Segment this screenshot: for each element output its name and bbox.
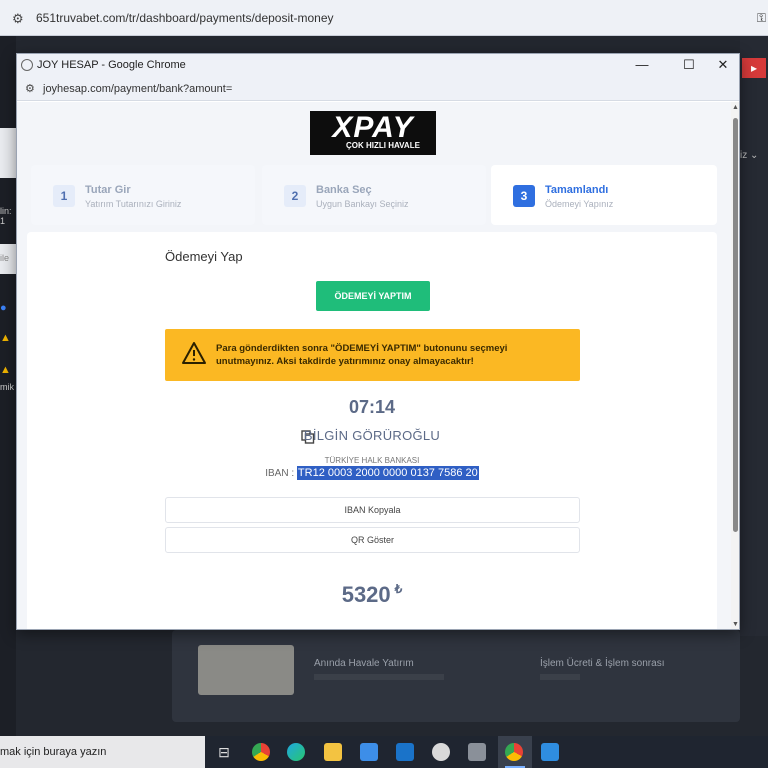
photos-icon[interactable] bbox=[541, 743, 559, 761]
paint-icon[interactable] bbox=[432, 743, 450, 761]
background-left-input: ile bbox=[0, 244, 16, 274]
task-view-icon[interactable]: ⊟ bbox=[215, 743, 233, 761]
chrome-active-icon[interactable] bbox=[505, 743, 523, 761]
step-amount[interactable]: 1 Tutar Gir Yatırım Tutarınızı Giriniz bbox=[31, 165, 255, 225]
popup-scrollbar[interactable]: ▲ ▼ bbox=[731, 102, 739, 629]
outlook-icon[interactable] bbox=[396, 743, 414, 761]
step-title: Tamamlandı bbox=[545, 184, 609, 196]
background-right-panel: ▸ iz ⌄ bbox=[740, 36, 768, 636]
chrome-icon[interactable] bbox=[252, 743, 270, 761]
edge-icon[interactable] bbox=[287, 743, 305, 761]
step-bank[interactable]: 2 Banka Seç Uygun Bankayı Seçiniz bbox=[262, 165, 486, 225]
currency-symbol: ₺ bbox=[394, 582, 403, 596]
logo-sub-text: ÇOK HIZLI HAVALE bbox=[346, 141, 420, 150]
step-number: 2 bbox=[284, 185, 306, 207]
popup-favicon-icon bbox=[21, 59, 33, 71]
logo-main-text: XPAY bbox=[332, 111, 414, 144]
background-card-title: Anında Havale Yatırım bbox=[314, 658, 414, 669]
background-red-button[interactable]: ▸ bbox=[742, 58, 766, 78]
show-qr-button[interactable]: QR Göster bbox=[165, 527, 580, 553]
password-key-icon[interactable]: ⚿ bbox=[757, 11, 766, 26]
scroll-up-arrow-icon[interactable]: ▲ bbox=[732, 104, 739, 111]
account-holder-name: BİLGİN GÖRÜROĞLU bbox=[303, 428, 441, 443]
step-title: Banka Seç bbox=[316, 184, 372, 196]
popup-title-bar[interactable]: JOY HESAP - Google Chrome — ☐ ✕ bbox=[17, 54, 739, 77]
background-card-title: İşlem Ücreti & İşlem sonrası bbox=[540, 658, 665, 669]
xpay-logo: XPAY ÇOK HIZLI HAVALE bbox=[310, 111, 436, 155]
background-card-thumbnail bbox=[198, 645, 294, 695]
background-left-strip: lin: 1 ile ● ▲ ▲ mik bbox=[0, 36, 16, 736]
background-left-input-text: ile bbox=[0, 253, 10, 263]
taskbar-search-box[interactable]: mak için buraya yazın bbox=[0, 736, 205, 768]
payment-card: Ödemeyi Yap ÖDEMEYİ YAPTIM Para gönderdi… bbox=[27, 232, 717, 629]
warning-alert: Para gönderdikten sonra "ÖDEMEYİ YAPTIM"… bbox=[165, 329, 580, 381]
warning-icon: ▲ bbox=[0, 332, 11, 344]
bank-name: TÜRKİYE HALK BANKASI bbox=[324, 456, 420, 465]
background-url[interactable]: 651truvabet.com/tr/dashboard/payments/de… bbox=[36, 11, 334, 25]
step-description: Ödemeyi Yapınız bbox=[545, 199, 614, 209]
background-card-subtitle bbox=[540, 674, 580, 680]
maximize-button[interactable]: ☐ bbox=[674, 56, 704, 74]
close-button[interactable]: ✕ bbox=[708, 56, 738, 74]
background-card-subtitle bbox=[314, 674, 444, 680]
step-description: Yatırım Tutarınızı Giriniz bbox=[85, 199, 182, 209]
step-title: Tutar Gir bbox=[85, 184, 131, 196]
step-number: 1 bbox=[53, 185, 75, 207]
background-left-card bbox=[0, 128, 16, 178]
popup-window-title: JOY HESAP - Google Chrome bbox=[37, 59, 186, 71]
payment-popup-window: JOY HESAP - Google Chrome — ☐ ✕ ⚙ joyhes… bbox=[16, 53, 740, 630]
payment-done-button[interactable]: ÖDEMEYİ YAPTIM bbox=[316, 281, 430, 311]
payment-amount: 5320 ₺ bbox=[27, 582, 717, 608]
warning-text: Para gönderdikten sonra "ÖDEMEYİ YAPTIM"… bbox=[216, 343, 508, 367]
minimize-button[interactable]: — bbox=[627, 56, 657, 74]
step-description: Uygun Bankayı Seçiniz bbox=[316, 199, 409, 209]
popup-content: XPAY ÇOK HIZLI HAVALE 1 Tutar Gir Yatırı… bbox=[17, 102, 731, 629]
scrollbar-thumb[interactable] bbox=[733, 118, 738, 532]
background-address-bar[interactable]: ⚙ 651truvabet.com/tr/dashboard/payments/… bbox=[0, 0, 768, 36]
popup-url[interactable]: joyhesap.com/payment/bank?amount= bbox=[43, 83, 232, 95]
iban-label: IBAN : bbox=[265, 468, 295, 479]
iban-row: IBAN : TR12 0003 2000 0000 0137 7586 20 bbox=[27, 466, 717, 480]
step-number: 3 bbox=[513, 185, 535, 207]
windows-taskbar: mak için buraya yazın ⊟ bbox=[0, 736, 768, 768]
iban-value[interactable]: TR12 0003 2000 0000 0137 7586 20 bbox=[296, 466, 479, 480]
countdown-timer: 07:14 bbox=[348, 397, 396, 417]
background-left-snippet: mik bbox=[0, 382, 14, 392]
info-icon: ● bbox=[0, 302, 7, 314]
copy-iban-button[interactable]: IBAN Kopyala bbox=[165, 497, 580, 523]
amount-value: 5320 bbox=[341, 582, 391, 607]
site-settings-icon[interactable]: ⚙ bbox=[25, 82, 35, 95]
taskbar-search-text: mak için buraya yazın bbox=[0, 746, 107, 758]
warning-icon: ▲ bbox=[0, 364, 11, 376]
calculator-icon[interactable] bbox=[468, 743, 486, 761]
store-icon[interactable] bbox=[360, 743, 378, 761]
background-left-snippet: lin: 1 bbox=[0, 206, 12, 226]
file-explorer-icon[interactable] bbox=[324, 743, 342, 761]
warning-triangle-icon bbox=[182, 342, 206, 364]
background-right-text: iz ⌄ bbox=[740, 150, 759, 161]
site-settings-icon[interactable]: ⚙ bbox=[12, 11, 24, 27]
step-complete[interactable]: 3 Tamamlandı Ödemeyi Yapınız bbox=[491, 165, 717, 225]
popup-address-bar[interactable]: ⚙ joyhesap.com/payment/bank?amount= bbox=[17, 77, 739, 101]
background-cards-row: Anında Havale Yatırım İşlem Ücreti & İşl… bbox=[172, 630, 740, 722]
section-title: Ödemeyi Yap bbox=[165, 249, 243, 264]
scroll-down-arrow-icon[interactable]: ▼ bbox=[732, 621, 739, 628]
